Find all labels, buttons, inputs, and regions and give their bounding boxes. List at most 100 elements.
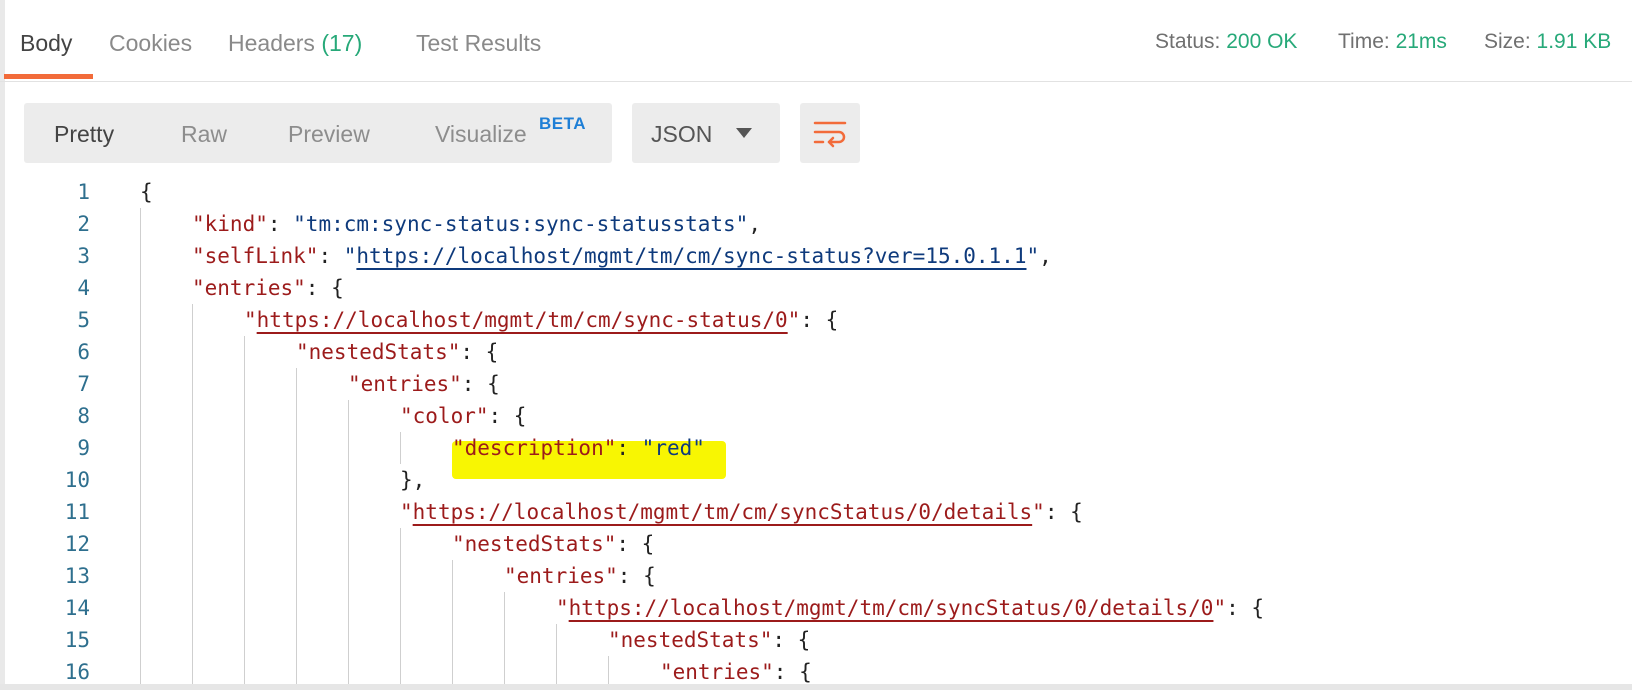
code-text: "nestedStats": {	[296, 336, 498, 368]
json-value: "	[1026, 244, 1040, 268]
size-value[interactable]: 1.91 KB	[1537, 30, 1612, 53]
indent-guide	[504, 592, 505, 688]
json-punctuation: : {	[773, 660, 812, 684]
json-value: "tm:cm:sync-status:sync-statusstats"	[293, 212, 749, 236]
view-mode-raw[interactable]: Raw	[181, 121, 227, 148]
code-text: "https://localhost/mgmt/tm/cm/syncStatus…	[400, 496, 1083, 528]
code-text: "entries": {	[504, 560, 656, 592]
code-line: 1{	[0, 176, 1632, 208]
json-punctuation: ,	[1039, 244, 1052, 268]
json-value[interactable]: https://localhost/mgmt/tm/cm/sync-status…	[356, 244, 1026, 268]
code-text: "color": {	[400, 400, 526, 432]
chevron-down-icon	[736, 128, 752, 138]
json-punctuation: : {	[617, 564, 656, 588]
view-mode-pretty-label: Pretty	[54, 121, 115, 147]
json-key: "nestedStats"	[452, 532, 617, 556]
format-selected-value: JSON	[651, 121, 713, 147]
json-key[interactable]: https://localhost/mgmt/tm/cm/syncStatus/…	[569, 596, 1214, 620]
json-punctuation: : {	[1226, 596, 1265, 620]
json-punctuation: :	[267, 212, 294, 236]
line-number: 9	[77, 436, 90, 460]
line-number: 12	[64, 532, 90, 556]
json-value: "red"	[641, 436, 705, 460]
code-line: 5 "https://localhost/mgmt/tm/cm/sync-stat…	[0, 304, 1632, 336]
beta-badge: BETA	[539, 114, 587, 133]
indent-guide	[400, 432, 401, 464]
code-text: "https://localhost/mgmt/tm/cm/sync-statu…	[244, 304, 838, 336]
indent-guide	[244, 336, 245, 688]
json-punctuation: : {	[772, 628, 811, 652]
horizontal-scrollbar[interactable]	[0, 684, 1632, 690]
json-punctuation: :	[318, 244, 344, 268]
response-time: Time: 21ms	[1338, 30, 1447, 54]
line-number: 7	[77, 372, 90, 396]
status-label: Status:	[1155, 30, 1221, 53]
code-text: "entries": {	[192, 272, 344, 304]
json-punctuation: : {	[461, 372, 500, 396]
json-key: "	[787, 308, 801, 332]
line-number: 14	[64, 596, 90, 620]
json-key: "entries"	[348, 372, 462, 396]
code-text: },	[400, 464, 425, 496]
indent-guide	[140, 208, 141, 688]
tab-cookies[interactable]: Cookies	[109, 30, 192, 57]
json-key: "selfLink"	[192, 244, 319, 268]
time-value[interactable]: 21ms	[1396, 30, 1447, 53]
view-mode-pretty[interactable]: Pretty	[54, 121, 114, 148]
indent-guide	[348, 400, 349, 688]
json-key: "kind"	[192, 212, 268, 236]
view-mode-raw-label: Raw	[181, 121, 228, 147]
json-key: "	[400, 500, 413, 524]
tab-test-results[interactable]: Test Results	[416, 30, 541, 57]
status-value[interactable]: 200 OK	[1226, 30, 1297, 53]
json-punctuation: :	[616, 436, 642, 460]
line-number: 15	[64, 628, 90, 652]
tab-headers[interactable]: Headers (17)	[228, 30, 362, 57]
json-key: "	[1032, 500, 1045, 524]
line-number: 2	[77, 212, 90, 236]
tab-headers-label: Headers	[228, 30, 315, 56]
code-text: "nestedStats": {	[608, 624, 810, 656]
tab-body[interactable]: Body	[20, 30, 72, 57]
json-key[interactable]: https://localhost/mgmt/tm/cm/syncStatus/…	[413, 500, 1033, 524]
code-text: "description": "red"	[452, 432, 705, 464]
json-key[interactable]: https://localhost/mgmt/tm/cm/sync-status…	[257, 308, 788, 332]
line-number: 3	[77, 244, 90, 268]
line-number: 6	[77, 340, 90, 364]
code-text: "selfLink": "https://localhost/mgmt/tm/c…	[192, 240, 1052, 272]
view-mode-visualize[interactable]: Visualize BETA	[435, 114, 586, 148]
time-label: Time:	[1338, 30, 1390, 53]
code-text: "kind": "tm:cm:sync-status:sync-statusst…	[192, 208, 761, 240]
size-label: Size:	[1484, 30, 1531, 53]
view-mode-preview[interactable]: Preview	[288, 121, 370, 148]
json-key: "color"	[400, 404, 489, 428]
view-mode-visualize-label: Visualize	[435, 121, 527, 147]
response-size: Size: 1.91 KB	[1484, 30, 1611, 54]
code-line: 4 "entries": {	[0, 272, 1632, 304]
tab-cookies-label: Cookies	[109, 30, 193, 56]
tab-body-label: Body	[20, 30, 73, 56]
response-tabs-bar: Body Cookies Headers (17) Test Results S…	[0, 0, 1632, 82]
json-value: "	[343, 244, 357, 268]
indent-guide	[192, 304, 193, 688]
json-key: "entries"	[504, 564, 618, 588]
json-punctuation: : {	[305, 276, 344, 300]
json-key: "entries"	[660, 660, 774, 684]
wrap-lines-button[interactable]	[800, 103, 860, 163]
line-number: 1	[77, 180, 90, 204]
format-dropdown[interactable]: JSON	[632, 103, 780, 163]
indent-guide	[296, 368, 297, 688]
json-punctuation: },	[400, 468, 426, 492]
response-status: Status: 200 OK	[1155, 30, 1297, 54]
headers-count-badge: (17)	[321, 30, 363, 56]
view-mode-selector: Pretty Raw Preview Visualize BETA	[24, 103, 612, 163]
json-key: "description"	[452, 436, 617, 460]
code-text: "entries": {	[348, 368, 500, 400]
line-number: 4	[77, 276, 90, 300]
json-punctuation: ,	[748, 212, 761, 236]
code-text: "nestedStats": {	[452, 528, 654, 560]
view-mode-preview-label: Preview	[288, 121, 370, 147]
json-key: "	[556, 596, 569, 620]
response-body-code[interactable]: 1 {2 "kind": "tm:cm:sync-status:sync-statu…	[0, 180, 1632, 690]
json-punctuation: {	[140, 180, 153, 204]
